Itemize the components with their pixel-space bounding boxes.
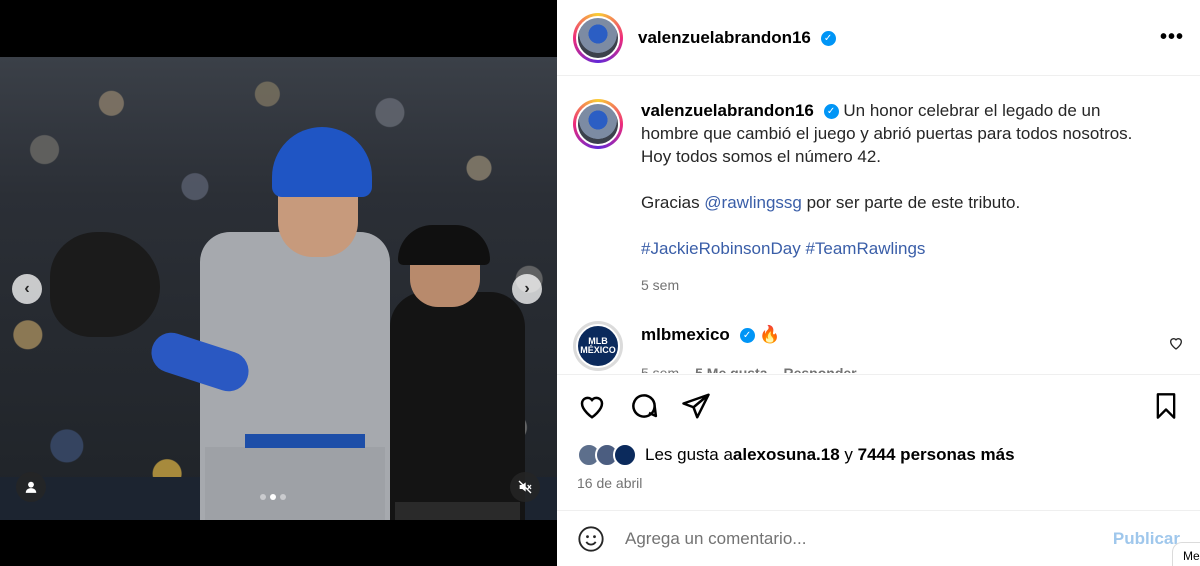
caption-thanks-suffix: por ser parte de este tributo. (801, 193, 1021, 212)
like-heart-icon[interactable] (577, 391, 607, 421)
photo-player-pants (205, 447, 385, 520)
comment-reply-button[interactable]: Responder (783, 361, 856, 373)
likes-user[interactable]: alexosuna.18 (733, 445, 840, 465)
verified-badge-icon: ✓ (820, 30, 836, 46)
post-actions: Les gusta a alexosuna.18 y 7444 personas… (557, 374, 1200, 510)
comment-username[interactable]: mlbmexico (641, 325, 730, 344)
liker-avatars (577, 443, 637, 467)
hashtag-link[interactable]: #TeamRawlings (805, 239, 925, 258)
comment-bubble-icon[interactable] (629, 391, 659, 421)
photo-player-belt (245, 434, 365, 448)
comment-meta: 5 sem 5 Me gusta Responder (641, 361, 857, 373)
carousel-dot (260, 494, 266, 500)
mention-link[interactable]: @rawlingssg (704, 193, 802, 212)
caption-hashtags: #JackieRobinsonDay #TeamRawlings (641, 237, 1151, 260)
post-caption: valenzuelabrandon16 ✓ Un honor celebrar … (573, 99, 1184, 297)
author-avatar-ring[interactable] (573, 12, 623, 63)
add-comment-bar: Agrega un comentario... Publicar (557, 510, 1200, 566)
caption-time: 5 sem (641, 277, 680, 293)
likes-middle: y (839, 445, 858, 464)
post-header: valenzuelabrandon16 ✓ ••• (557, 0, 1200, 76)
photo-umpire (390, 292, 525, 520)
caption-thanks: Gracias @rawlingssg por ser parte de est… (641, 191, 1151, 214)
likes-summary: Les gusta a alexosuna.18 y 7444 personas… (577, 443, 1180, 467)
next-slide-button[interactable]: › (512, 274, 542, 304)
commenter-avatar-ring[interactable]: MLB MÉXICO (573, 321, 623, 371)
verified-badge-icon: ✓ (739, 328, 755, 344)
post-comment-button[interactable]: Publicar (1113, 529, 1180, 549)
comment-text: 🔥 (759, 325, 781, 344)
comments-section[interactable]: valenzuelabrandon16 ✓ Un honor celebrar … (557, 77, 1200, 373)
commenter-avatar: MLB MÉXICO (576, 324, 620, 368)
comment-time: 5 sem (641, 365, 680, 373)
author-avatar (576, 15, 620, 60)
comment-input[interactable]: Agrega un comentario... (625, 529, 1113, 549)
post-photo[interactable] (0, 57, 557, 520)
verified-badge-icon: ✓ (823, 104, 839, 120)
carousel-dot-active (270, 494, 276, 500)
speaker-muted-icon (518, 480, 532, 494)
caption-thanks-prefix: Gracias (641, 193, 705, 212)
photo-umpire-pants (395, 502, 520, 520)
author-username[interactable]: valenzuelabrandon16 ✓ (638, 28, 836, 48)
liker-avatar (613, 443, 637, 467)
share-paper-plane-icon[interactable] (681, 391, 711, 421)
media-pane: ‹ › (0, 0, 557, 566)
action-row (577, 391, 1180, 421)
messages-tab[interactable]: Me (1172, 542, 1200, 566)
emoji-icon[interactable] (577, 525, 605, 553)
photo-player-glove (50, 232, 160, 337)
post-date[interactable]: 16 de abril (577, 475, 1180, 491)
carousel-dot (280, 494, 286, 500)
likes-prefix: Les gusta a (645, 445, 733, 464)
comment-item: MLB MÉXICO mlbmexico ✓ 🔥 5 sem 5 Me gust… (573, 321, 1184, 373)
caption-avatar-ring[interactable] (573, 99, 623, 149)
likes-count[interactable]: 7444 personas más (858, 445, 1015, 465)
author-username-text[interactable]: valenzuelabrandon16 (638, 28, 811, 47)
caption-body: valenzuelabrandon16 ✓ Un honor celebrar … (641, 99, 1151, 297)
comment-like-heart-icon[interactable] (1168, 335, 1184, 351)
hashtag-link[interactable]: #JackieRobinsonDay (641, 239, 801, 258)
caption-username[interactable]: valenzuelabrandon16 (641, 101, 814, 120)
previous-slide-button[interactable]: ‹ (12, 274, 42, 304)
more-options-button[interactable]: ••• (1160, 26, 1184, 49)
user-icon (25, 481, 37, 493)
comment-body: mlbmexico ✓ 🔥 5 sem 5 Me gusta Responder (641, 321, 857, 373)
post-side-panel: valenzuelabrandon16 ✓ ••• valenzuelabran… (557, 0, 1200, 566)
mute-button[interactable] (510, 472, 540, 502)
tagged-users-button[interactable] (16, 472, 46, 502)
caption-avatar (576, 102, 620, 146)
save-bookmark-icon[interactable] (1152, 391, 1180, 421)
comment-likes[interactable]: 5 Me gusta (695, 361, 767, 373)
carousel-indicator (260, 494, 286, 500)
